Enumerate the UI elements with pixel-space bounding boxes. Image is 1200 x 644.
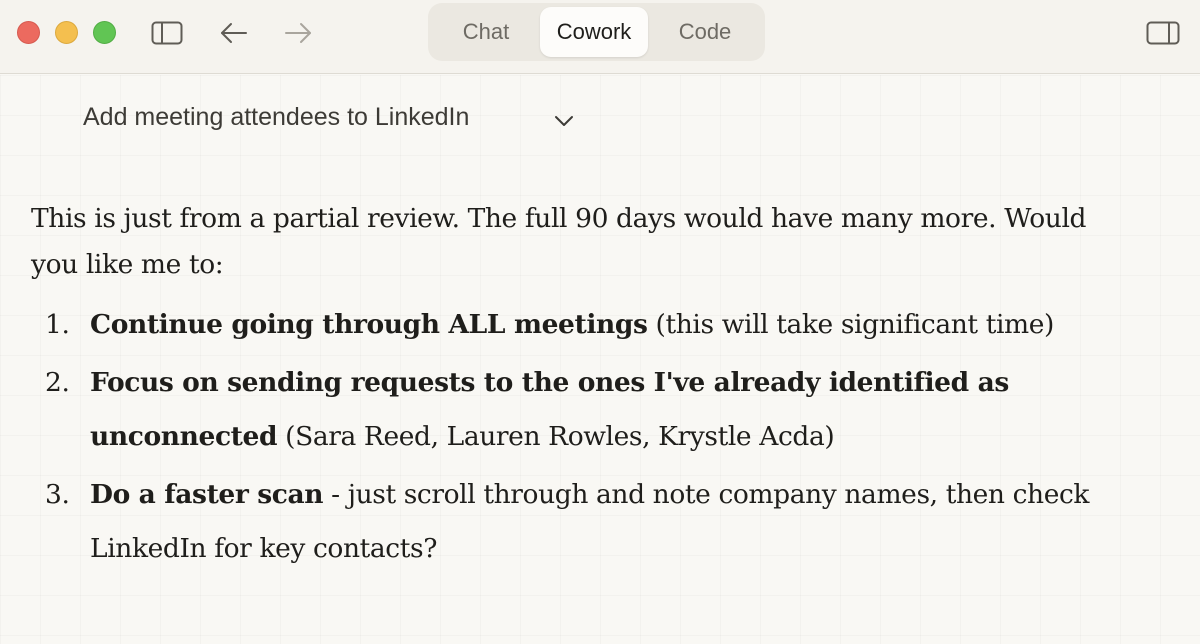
option-bold: Do a faster scan [90, 479, 324, 510]
maximize-window-button[interactable] [93, 21, 116, 44]
message-intro: This is just from a partial review. The … [31, 203, 1087, 280]
back-arrow-icon[interactable] [217, 19, 251, 47]
chevron-down-icon[interactable] [551, 110, 577, 132]
close-window-button[interactable] [17, 21, 40, 44]
option-detail: (Sara Reed, Lauren Rowles, Krystle Acda) [277, 421, 835, 452]
title-bar: Chat Cowork Code [0, 0, 1200, 74]
tab-chat[interactable]: Chat [436, 7, 536, 57]
option-item: 1. Continue going through ALL meetings (t… [31, 298, 1181, 352]
options-list: 1. Continue going through ALL meetings (t… [31, 298, 1181, 576]
tab-cowork[interactable]: Cowork [540, 7, 648, 57]
tab-code[interactable]: Code [654, 7, 756, 57]
conversation-title[interactable]: Add meeting attendees to LinkedIn [83, 103, 469, 132]
option-item: 2. Focus on sending requests to the ones … [31, 356, 1181, 464]
option-number: 1. [45, 309, 70, 340]
option-detail: (this will take significant time) [647, 309, 1055, 340]
option-bold: Continue going through ALL meetings [90, 309, 648, 340]
mode-switcher: Chat Cowork Code [428, 3, 765, 61]
option-item: 3. Do a faster scan - just scroll through… [31, 468, 1181, 576]
right-panel-icon[interactable] [1145, 19, 1181, 47]
option-number: 3. [45, 479, 70, 510]
forward-arrow-icon[interactable] [281, 19, 315, 47]
option-number: 2. [45, 367, 70, 398]
sidebar-toggle-icon[interactable] [150, 19, 184, 47]
assistant-message: This is just from a partial review. The … [31, 196, 1181, 580]
minimize-window-button[interactable] [55, 21, 78, 44]
